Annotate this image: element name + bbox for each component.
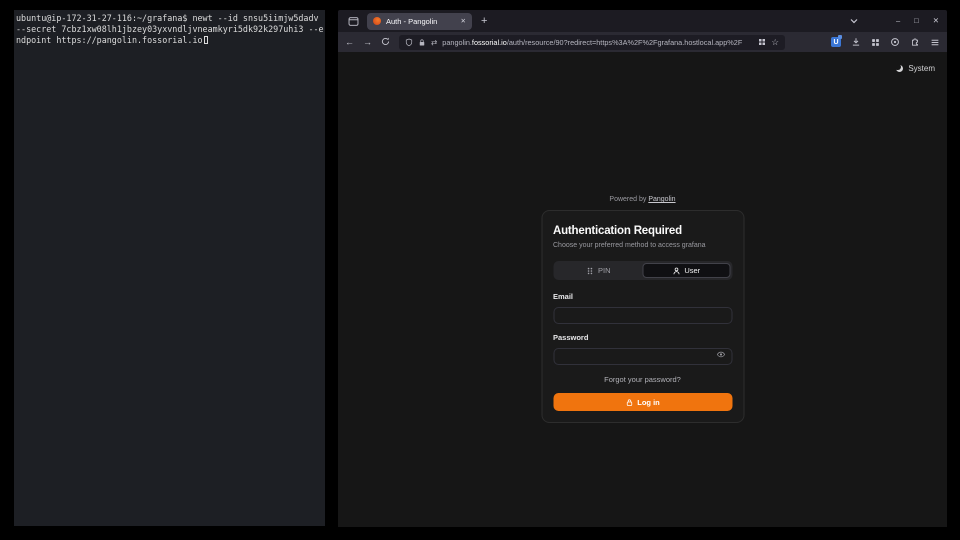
permissions-swap-icon[interactable]: ⇄ (431, 38, 437, 47)
navigation-toolbar: ← → ⇄ pangolin.fossorial.io/auth/resourc… (338, 32, 947, 52)
menu-hamburger-icon[interactable] (930, 38, 940, 47)
list-all-tabs-chevron-icon[interactable] (850, 18, 858, 24)
minimize-button[interactable]: – (896, 17, 900, 25)
theme-toggle-button[interactable]: System (896, 64, 935, 73)
tab-close-icon[interactable]: ✕ (458, 17, 466, 25)
lock-icon[interactable] (418, 38, 426, 47)
grid-extension-icon[interactable] (871, 38, 880, 47)
tab-pin[interactable]: PIN (555, 263, 643, 278)
browser-window: Auth - Pangolin ✕ + – □ ✕ ← → ⇄ pangoli (338, 10, 947, 527)
extensions-puzzle-icon[interactable] (910, 37, 920, 47)
pin-keypad-icon (587, 267, 594, 275)
tab-pin-label: PIN (598, 266, 611, 275)
powered-by: Powered by Pangolin (541, 196, 744, 203)
terminal-line: ndpoint https://pangolin.fossorial.io (16, 35, 324, 46)
email-label: Email (553, 292, 732, 301)
terminal-line: ubuntu@ip-172-31-27-116:~/grafana$ newt … (16, 13, 324, 24)
theme-label: System (908, 64, 935, 73)
terminal-line: --secret 7cbz1xw08lh1jbzey03yxvndljvneam… (16, 24, 324, 35)
page-content: System Powered by Pangolin Authenticatio… (338, 52, 947, 527)
new-tab-button[interactable]: + (481, 16, 487, 27)
password-label: Password (553, 333, 732, 342)
login-button-label: Log in (637, 398, 660, 407)
bookmark-star-icon[interactable]: ☆ (771, 38, 779, 47)
close-window-button[interactable]: ✕ (933, 17, 939, 25)
maximize-button[interactable]: □ (914, 17, 919, 25)
password-field[interactable] (553, 348, 732, 365)
container-grid-icon[interactable] (758, 38, 766, 46)
browser-extension-icon[interactable]: U (831, 37, 841, 47)
circle-extension-icon[interactable] (890, 37, 900, 47)
shield-icon[interactable] (405, 38, 413, 47)
email-field[interactable] (553, 307, 732, 324)
terminal-cursor (204, 36, 209, 45)
auth-card: Authentication Required Choose your pref… (541, 210, 744, 423)
auth-card-title: Authentication Required (553, 225, 732, 237)
url-text[interactable]: pangolin.fossorial.io/auth/resource/90?r… (442, 38, 753, 47)
back-button[interactable]: ← (345, 38, 354, 47)
reload-icon[interactable] (381, 37, 390, 48)
url-bar[interactable]: ⇄ pangolin.fossorial.io/auth/resource/90… (399, 35, 785, 50)
pangolin-favicon (373, 17, 381, 25)
auth-card-subtitle: Choose your preferred method to access g… (553, 242, 732, 249)
firefox-view-icon[interactable] (348, 16, 359, 27)
forgot-password-link[interactable]: Forgot your password? (553, 375, 732, 384)
pangolin-link[interactable]: Pangolin (648, 196, 675, 203)
tab-user[interactable]: User (643, 263, 731, 278)
browser-tab-auth-pangolin[interactable]: Auth - Pangolin ✕ (367, 13, 472, 30)
login-lock-icon (625, 398, 633, 407)
moon-icon (896, 65, 903, 72)
terminal-window[interactable]: ubuntu@ip-172-31-27-116:~/grafana$ newt … (14, 10, 325, 526)
desktop: ubuntu@ip-172-31-27-116:~/grafana$ newt … (0, 0, 960, 540)
auth-column: Powered by Pangolin Authentication Requi… (541, 196, 744, 423)
tab-strip: Auth - Pangolin ✕ + – □ ✕ (338, 10, 947, 32)
tab-title: Auth - Pangolin (386, 17, 453, 26)
tab-user-label: User (684, 266, 700, 275)
downloads-icon[interactable] (851, 37, 861, 47)
forward-button[interactable]: → (363, 38, 372, 47)
user-icon (672, 267, 680, 275)
show-password-eye-icon[interactable] (716, 350, 725, 359)
login-button[interactable]: Log in (553, 393, 732, 411)
auth-method-tabs: PIN User (553, 261, 732, 280)
